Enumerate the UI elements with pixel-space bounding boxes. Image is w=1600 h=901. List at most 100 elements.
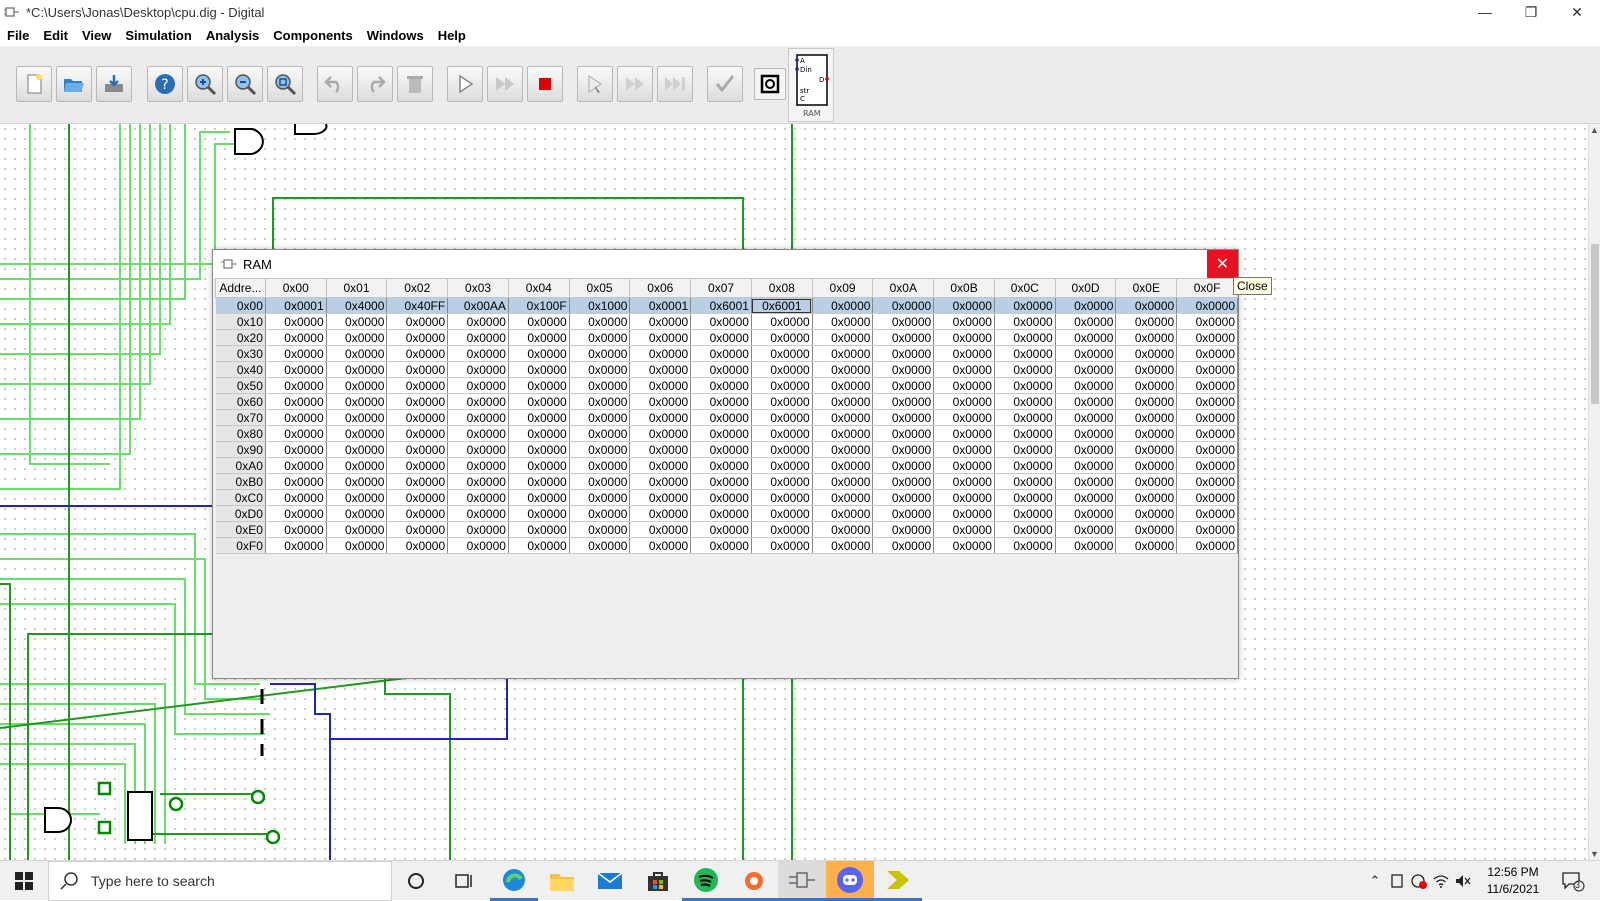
memory-cell[interactable]: 0x0000 [1055,441,1117,458]
taskbar-mail[interactable] [586,861,634,901]
memory-cell[interactable]: 0x0000 [994,425,1056,442]
memory-cell[interactable]: 0x0000 [872,505,935,522]
memory-cell[interactable]: 0x0000 [508,521,570,538]
memory-cell[interactable]: 0x0000 [326,537,388,554]
memory-cell[interactable]: 0x0000 [1176,473,1238,490]
memory-cell[interactable]: 0x0000 [812,489,874,506]
column-header[interactable]: 0x05 [568,278,631,298]
memory-cell[interactable]: 0x0000 [569,345,631,362]
memory-cell[interactable]: 0x0000 [447,361,509,378]
memory-cell[interactable]: 0x0000 [812,377,874,394]
memory-cell[interactable]: 0x0000 [386,361,449,378]
memory-cell[interactable]: 0x0000 [508,393,570,410]
memory-cell[interactable]: 0x6001 [690,297,752,314]
table-row[interactable]: 0xA0 0x0000 0x0000 0x0000 0x0000 0x0000 0x0000… [215,457,1238,474]
memory-cell[interactable]: 0x0000 [751,473,813,490]
memory-cell[interactable]: 0x0000 [994,329,1056,346]
memory-cell[interactable]: 0x0000 [265,361,327,378]
memory-cell[interactable]: 0x0000 [447,393,509,410]
memory-cell[interactable]: 0x0000 [1055,297,1117,314]
memory-cell[interactable]: 0x0000 [690,441,752,458]
memory-cell[interactable]: 0x0000 [508,473,570,490]
memory-cell[interactable]: 0x0000 [933,393,995,410]
memory-cell[interactable]: 0x0000 [994,393,1056,410]
memory-cell[interactable]: 0x0000 [386,425,449,442]
memory-cell[interactable]: 0x0000 [447,425,509,442]
menu-components[interactable]: Components [266,28,359,43]
menu-file[interactable]: File [0,28,36,43]
memory-cell[interactable]: 0x0000 [872,345,935,362]
table-row[interactable]: 0xE0 0x0000 0x0000 0x0000 0x0000 0x0000 0x0000… [215,521,1238,538]
table-row[interactable]: 0x10 0x0000 0x0000 0x0000 0x0000 0x0000 0x0000… [215,313,1238,330]
memory-cell[interactable]: 0x0000 [1055,489,1117,506]
memory-cell[interactable]: 0x40FF [386,297,449,314]
memory-cell[interactable]: 0x0000 [994,473,1056,490]
memory-cell[interactable]: 0x0000 [994,377,1056,394]
memory-cell[interactable]: 0x0000 [751,537,813,554]
column-header[interactable]: 0x01 [325,278,388,298]
memory-cell[interactable]: 0x0000 [933,425,995,442]
memory-cell[interactable]: 0x0000 [508,377,570,394]
memory-cell[interactable]: 0x0000 [1176,489,1238,506]
table-row[interactable]: 0xC0 0x0000 0x0000 0x0000 0x0000 0x0000 0x0000… [215,489,1238,506]
memory-cell[interactable]: 0x0000 [812,329,874,346]
memory-cell[interactable]: 0x0000 [872,313,935,330]
memory-cell[interactable]: 0x0000 [386,521,449,538]
memory-cell[interactable]: 0x0000 [265,345,327,362]
memory-cell[interactable]: 0x0000 [1176,441,1238,458]
taskbar-app-arrow[interactable] [874,861,922,901]
memory-cell[interactable]: 0x0000 [265,457,327,474]
memory-cell[interactable]: 0x0000 [569,393,631,410]
table-row[interactable]: 0xD0 0x0000 0x0000 0x0000 0x0000 0x0000 0x0000… [215,505,1238,522]
memory-cell[interactable]: 0x0000 [569,313,631,330]
memory-cell[interactable]: 0x0000 [1115,409,1178,426]
column-header[interactable]: 0x0A [872,278,935,298]
memory-cell[interactable]: 0x0000 [386,345,449,362]
table-row[interactable]: 0x80 0x0000 0x0000 0x0000 0x0000 0x0000 0x0000… [215,425,1238,442]
memory-cell[interactable]: 0x0000 [1055,425,1117,442]
memory-cell[interactable]: 0x0000 [751,457,813,474]
memory-cell[interactable]: 0x0000 [1055,473,1117,490]
memory-cell[interactable]: 0x4000 [326,297,388,314]
memory-cell[interactable]: 0x0000 [326,441,388,458]
memory-cell[interactable]: 0x0000 [690,409,752,426]
column-header[interactable]: 0x03 [447,278,509,298]
memory-cell[interactable]: 0x0000 [933,489,995,506]
table-row[interactable]: 0x50 0x0000 0x0000 0x0000 0x0000 0x0000 0x0000… [215,377,1238,394]
canvas-vertical-scrollbar[interactable]: ▲ ▼ [1588,124,1600,860]
cortana-button[interactable] [392,861,440,901]
memory-cell[interactable]: 0x0000 [265,489,327,506]
column-header[interactable]: 0x09 [811,278,874,298]
memory-cell[interactable]: 0x0000 [508,425,570,442]
memory-cell[interactable]: 0x0000 [629,345,692,362]
memory-cell[interactable]: 0x0000 [690,457,752,474]
scrollbar-thumb[interactable] [1591,244,1599,404]
memory-cell[interactable]: 0x0000 [629,409,692,426]
memory-cell[interactable]: 0x0000 [872,521,935,538]
memory-cell[interactable]: 0x0000 [812,473,874,490]
memory-cell[interactable]: 0x0000 [386,473,449,490]
memory-cell[interactable]: 0x0000 [1176,521,1238,538]
memory-cell[interactable]: 0x0000 [690,473,752,490]
memory-cell[interactable]: 0x0000 [933,457,995,474]
run-to-break-button[interactable] [657,66,693,102]
memory-cell[interactable]: 0x0000 [1176,457,1238,474]
memory-cell[interactable]: 0x0000 [1115,489,1178,506]
memory-cell[interactable]: 0x0000 [994,521,1056,538]
memory-cell[interactable]: 0x0000 [1176,313,1238,330]
table-row[interactable]: 0x00 0x0001 0x4000 0x40FF 0x00AA 0x100F 0x1000… [215,297,1238,314]
memory-cell[interactable]: 0x0000 [872,441,935,458]
memory-cell[interactable]: 0x0000 [872,361,935,378]
memory-cell[interactable]: 0x0000 [447,441,509,458]
memory-cell[interactable]: 0x0000 [812,409,874,426]
table-row[interactable]: 0x90 0x0000 0x0000 0x0000 0x0000 0x0000 0x0000… [215,441,1238,458]
ram-dialog-titlebar[interactable]: RAM ✕ [213,250,1238,278]
memory-cell[interactable]: 0x0000 [447,489,509,506]
memory-cell[interactable]: 0x0000 [508,505,570,522]
memory-cell[interactable]: 0x0000 [386,441,449,458]
memory-cell[interactable]: 0x0000 [508,457,570,474]
menu-view[interactable]: View [75,28,118,43]
column-header[interactable]: 0x0E [1115,278,1178,298]
memory-cell[interactable]: 0x0000 [569,425,631,442]
memory-cell[interactable]: 0x0000 [447,457,509,474]
